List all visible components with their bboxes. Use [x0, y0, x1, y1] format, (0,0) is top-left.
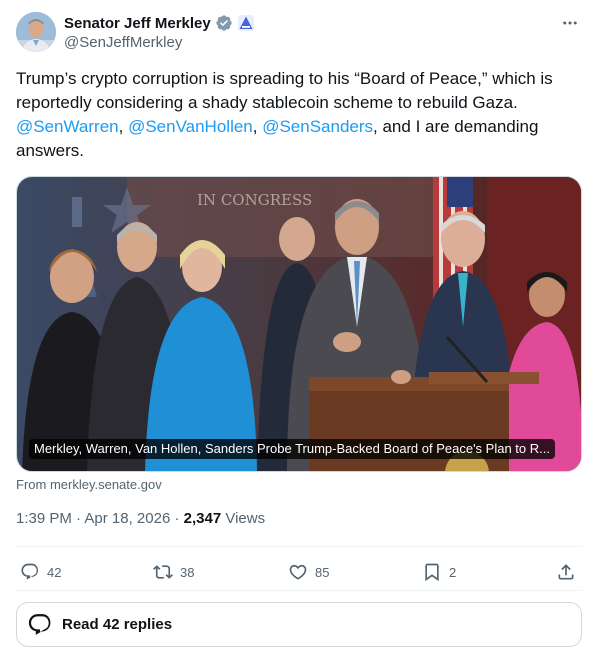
verified-badge-icon	[215, 14, 233, 32]
more-options-icon[interactable]	[558, 12, 582, 34]
author-display-name[interactable]: Senator Jeff Merkley	[64, 15, 211, 32]
repost-count: 38	[180, 564, 195, 580]
bookmark-icon	[425, 563, 439, 582]
repost-button[interactable]: 38	[153, 556, 194, 588]
mention-senvanhollen[interactable]: @SenVanHollen	[128, 117, 253, 136]
tweet-date[interactable]: Apr 18, 2026	[84, 510, 170, 527]
bookmark-button[interactable]: 2	[422, 556, 456, 588]
press-conference-photo: IN CONGRESS	[17, 177, 581, 471]
divider	[16, 590, 582, 591]
reply-button[interactable]: 42	[20, 556, 61, 588]
share-icon	[558, 564, 574, 580]
meta-separator: ·	[170, 510, 184, 527]
tweet-header: Senator Jeff Merkley @SenJeffMerkley	[16, 12, 582, 56]
mention-sensanders[interactable]: @SenSanders	[262, 117, 373, 136]
action-bar: 42 38 85 2	[16, 556, 582, 588]
tweet-meta: 1:39 PM · Apr 18, 2026 · 2,347 Views	[16, 510, 265, 527]
repost-icon	[153, 565, 173, 579]
divider	[16, 546, 582, 547]
meta-separator: ·	[71, 510, 85, 527]
heart-icon	[289, 564, 307, 580]
reply-count: 42	[47, 564, 62, 580]
link-card-source[interactable]: From merkley.senate.gov	[16, 477, 162, 492]
tweet-text-intro: Trump’s crypto corruption is spreading t…	[16, 69, 553, 112]
views-count: 2,347	[183, 510, 222, 527]
bookmark-count: 2	[449, 564, 457, 580]
author-handle[interactable]: @SenJeffMerkley	[64, 34, 255, 51]
link-card[interactable]: IN CONGRESS Merkley, Warren, Van Hollen,…	[16, 176, 582, 472]
tweet-text: Trump’s crypto corruption is spreading t…	[16, 67, 582, 163]
tweet-time[interactable]: 1:39 PM	[16, 510, 72, 527]
like-button[interactable]: 85	[288, 556, 329, 588]
share-button[interactable]	[556, 556, 576, 588]
like-count: 85	[315, 564, 330, 580]
read-replies-label: Read 42 replies	[62, 616, 173, 633]
avatar[interactable]	[16, 12, 56, 52]
reply-bubble-icon	[28, 613, 51, 635]
mention-senwarren[interactable]: @SenWarren	[16, 117, 119, 136]
author-names: Senator Jeff Merkley @SenJeffMerkley	[64, 13, 255, 51]
views-label: Views	[221, 510, 266, 527]
tweet-text-sep: ,	[252, 117, 263, 136]
link-card-title: Merkley, Warren, Van Hollen, Sanders Pro…	[29, 439, 555, 459]
government-flag-icon	[237, 14, 255, 32]
tweet-text-sep: ,	[118, 117, 129, 136]
backdrop-text: IN CONGRESS	[197, 191, 312, 209]
reply-icon	[21, 563, 39, 580]
read-replies-button[interactable]: Read 42 replies	[16, 602, 582, 647]
